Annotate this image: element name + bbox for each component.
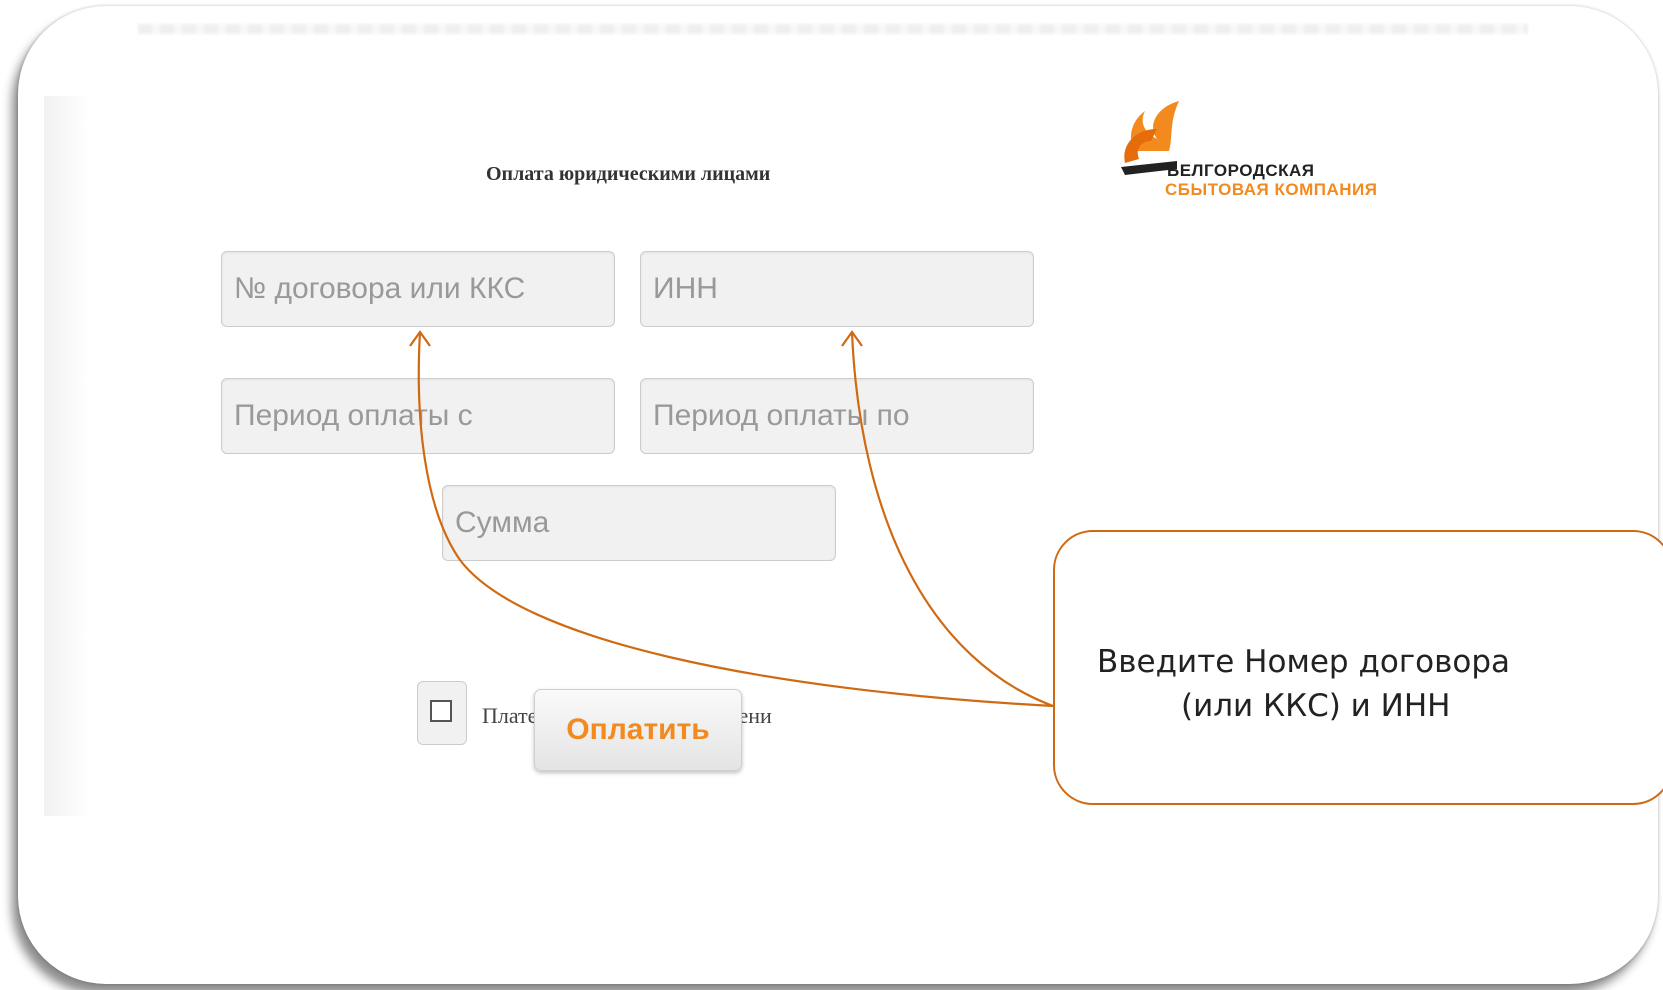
- penalty-checkbox[interactable]: [430, 700, 452, 722]
- callout-text: Введите Номер договора (или ККС) и ИНН: [1053, 640, 1663, 740]
- period-to-input[interactable]: Период оплаты по: [640, 378, 1034, 454]
- page-title: Оплата юридическими лицами: [486, 163, 771, 185]
- penalty-checkbox-wrapper[interactable]: [417, 681, 467, 745]
- inn-placeholder: ИНН: [653, 272, 718, 305]
- logo-line-1: БЕЛГОРОДСКАЯ: [1167, 161, 1315, 180]
- sum-placeholder: Сумма: [455, 506, 550, 539]
- company-logo: БЕЛГОРОДСКАЯ СБЫТОВАЯ КОМПАНИЯ: [1117, 99, 1417, 209]
- contract-number-input[interactable]: № договора или ККС: [221, 251, 615, 327]
- callout-line-2: (или ККС) и ИНН: [1181, 688, 1451, 724]
- inn-input[interactable]: ИНН: [640, 251, 1034, 327]
- period-from-placeholder: Период оплаты с: [234, 399, 473, 432]
- sum-input[interactable]: Сумма: [442, 485, 836, 561]
- contract-number-placeholder: № договора или ККС: [234, 272, 526, 305]
- period-to-placeholder: Период оплаты по: [653, 399, 910, 432]
- period-from-input[interactable]: Период оплаты с: [221, 378, 615, 454]
- blurred-header-strip: [138, 24, 1528, 34]
- left-edge-shade: [44, 96, 89, 816]
- callout-line-1: Введите Номер договора: [1097, 644, 1511, 680]
- logo-line-2: СБЫТОВАЯ КОМПАНИЯ: [1165, 180, 1378, 199]
- pay-button[interactable]: Оплатить: [534, 689, 742, 771]
